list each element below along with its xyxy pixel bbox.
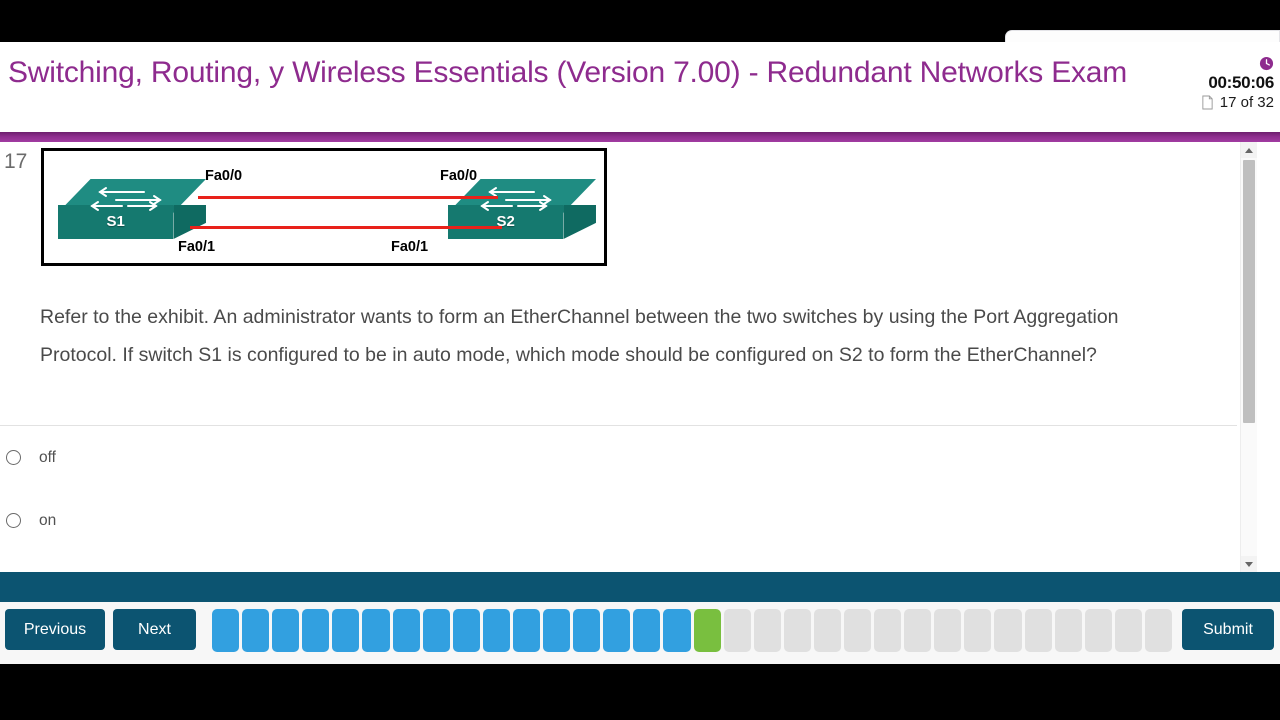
label-fa0-1-left: Fa0/1 <box>178 239 216 255</box>
question-block-24[interactable] <box>904 609 932 652</box>
question-block-2[interactable] <box>242 609 270 652</box>
option-label-off: off <box>39 448 56 466</box>
document-icon <box>1202 95 1213 110</box>
question-block-3[interactable] <box>272 609 300 652</box>
question-block-27[interactable] <box>994 609 1022 652</box>
exam-footer: Previous Next Submit <box>0 602 1280 664</box>
question-block-7[interactable] <box>392 609 420 652</box>
question-block-9[interactable] <box>452 609 480 652</box>
question-block-29[interactable] <box>1054 609 1082 652</box>
label-fa0-1-right: Fa0/1 <box>391 239 429 255</box>
question-block-32[interactable] <box>1144 609 1172 652</box>
label-fa0-0-left: Fa0/0 <box>205 168 243 184</box>
clock-icon <box>1259 56 1274 70</box>
question-block-16[interactable] <box>663 609 691 652</box>
question-block-1[interactable] <box>212 609 240 652</box>
page-indicator: 17 of 32 <box>1219 94 1274 111</box>
label-fa0-0-right: Fa0/0 <box>440 168 478 184</box>
question-block-18[interactable] <box>723 609 751 652</box>
option-label-on: on <box>39 511 57 529</box>
question-block-19[interactable] <box>753 609 781 652</box>
question-block-10[interactable] <box>482 609 510 652</box>
submit-button[interactable]: Submit <box>1182 609 1274 650</box>
exhibit-image: S1 S2 Fa0/0 Fa0/0 Fa0/1 Fa0/1 <box>41 148 607 266</box>
letterbox-bottom <box>0 664 1280 720</box>
screen-root: Switching, Routing, y Wireless Essential… <box>0 0 1280 720</box>
question-progress-blocks[interactable] <box>212 609 1172 652</box>
question-block-25[interactable] <box>934 609 962 652</box>
question-block-8[interactable] <box>422 609 450 652</box>
question-block-14[interactable] <box>603 609 631 652</box>
accent-divider <box>0 132 1280 142</box>
question-text: Refer to the exhibit. An administrator w… <box>40 306 1119 366</box>
question-block-31[interactable] <box>1114 609 1142 652</box>
link-fa0-0 <box>198 196 498 199</box>
scrollbar-thumb[interactable] <box>1243 160 1255 423</box>
footer-accent-bar <box>0 572 1280 602</box>
page-title: Switching, Routing, y Wireless Essential… <box>8 56 1128 89</box>
question-block-30[interactable] <box>1084 609 1112 652</box>
question-block-22[interactable] <box>843 609 872 652</box>
previous-button[interactable]: Previous <box>5 609 105 650</box>
question-panel: 17 S1 S2 Fa0/0 Fa0/0 Fa0/1 Fa0/1 Refer t… <box>0 142 1280 572</box>
switch-s2: S2 <box>448 179 596 239</box>
question-block-17[interactable] <box>693 609 721 652</box>
radio-button-off[interactable] <box>6 450 21 465</box>
question-block-5[interactable] <box>332 609 360 652</box>
question-block-20[interactable] <box>783 609 811 652</box>
exam-header: Switching, Routing, y Wireless Essential… <box>0 42 1280 132</box>
option-row-on[interactable]: on <box>0 489 1237 552</box>
question-block-13[interactable] <box>573 609 601 652</box>
question-block-4[interactable] <box>302 609 330 652</box>
question-block-28[interactable] <box>1024 609 1052 652</box>
question-block-15[interactable] <box>633 609 661 652</box>
option-row-off[interactable]: off <box>0 426 1237 489</box>
question-number: 17 <box>4 150 28 173</box>
link-fa0-1 <box>190 226 502 229</box>
next-button[interactable]: Next <box>113 609 196 650</box>
chevron-down-icon <box>1245 561 1253 567</box>
question-block-21[interactable] <box>813 609 841 652</box>
exam-meta: 00:50:06 17 of 32 <box>1124 54 1274 111</box>
timer-row <box>1124 54 1274 72</box>
question-block-23[interactable] <box>874 609 902 652</box>
switch-s1: S1 <box>58 179 206 239</box>
question-block-6[interactable] <box>362 609 390 652</box>
radio-button-on[interactable] <box>6 513 21 528</box>
countdown-timer: 00:50:06 <box>1208 73 1274 92</box>
chevron-up-icon <box>1245 147 1253 153</box>
scroll-up-button[interactable] <box>1241 142 1257 158</box>
scroll-down-button[interactable] <box>1241 556 1257 572</box>
page-indicator-row: 17 of 32 <box>1124 94 1274 111</box>
switch-s1-label: S1 <box>106 213 125 231</box>
content-scrollbar[interactable] <box>1240 142 1257 572</box>
question-block-12[interactable] <box>543 609 571 652</box>
question-block-11[interactable] <box>512 609 541 652</box>
question-block-26[interactable] <box>964 609 992 652</box>
